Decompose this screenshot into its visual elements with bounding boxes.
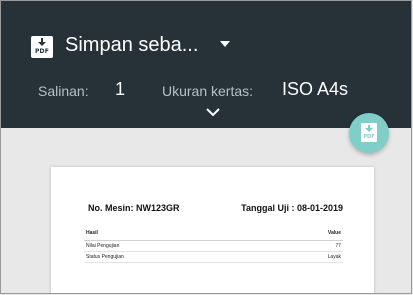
pdf-file-icon: PDF xyxy=(31,36,53,58)
download-arrow-icon xyxy=(38,38,46,46)
table-header-row: Hasil Value xyxy=(84,228,343,241)
printer-select-title[interactable]: Simpan seba... xyxy=(65,34,198,57)
print-dialog: PDF Simpan seba... Salinan: 1 Ukuran ker… xyxy=(0,0,412,294)
table-header-result: Hasil xyxy=(86,230,98,236)
machine-number: No. Mesin: NW123GR xyxy=(88,203,180,213)
table-cell-value: 77 xyxy=(335,243,341,249)
pdf-icon-label: PDF xyxy=(34,48,50,55)
dropdown-caret-icon[interactable] xyxy=(220,41,230,47)
fab-arrow-icon xyxy=(365,125,373,132)
save-pdf-button[interactable]: PDF xyxy=(349,113,389,153)
test-date: Tanggal Uji : 08-01-2019 xyxy=(241,203,343,213)
table-cell-label: Nilai Pengujian xyxy=(86,243,120,249)
preview-page: No. Mesin: NW123GR Tanggal Uji : 08-01-2… xyxy=(51,167,374,293)
paper-size-value[interactable]: ISO A4s xyxy=(282,79,348,100)
copies-value[interactable]: 1 xyxy=(115,79,125,100)
expand-chevron-icon[interactable] xyxy=(206,108,220,117)
table-cell-label: Status Pengujian xyxy=(86,254,124,260)
table-header-value: Value xyxy=(327,230,341,236)
fab-pdf-label: PDF xyxy=(363,134,375,140)
copies-label: Salinan: xyxy=(38,83,89,99)
table-row: Status Pengujian Layak xyxy=(84,252,343,263)
table-row: Nilai Pengujian 77 xyxy=(84,241,343,252)
download-pdf-icon: PDF xyxy=(361,123,377,142)
table-cell-value: Layak xyxy=(327,254,341,260)
paper-size-label: Ukuran kertas: xyxy=(162,83,254,99)
results-table: Hasil Value Nilai Pengujian 77 Status Pe… xyxy=(84,228,343,263)
print-toolbar: PDF Simpan seba... Salinan: 1 Ukuran ker… xyxy=(1,1,411,128)
